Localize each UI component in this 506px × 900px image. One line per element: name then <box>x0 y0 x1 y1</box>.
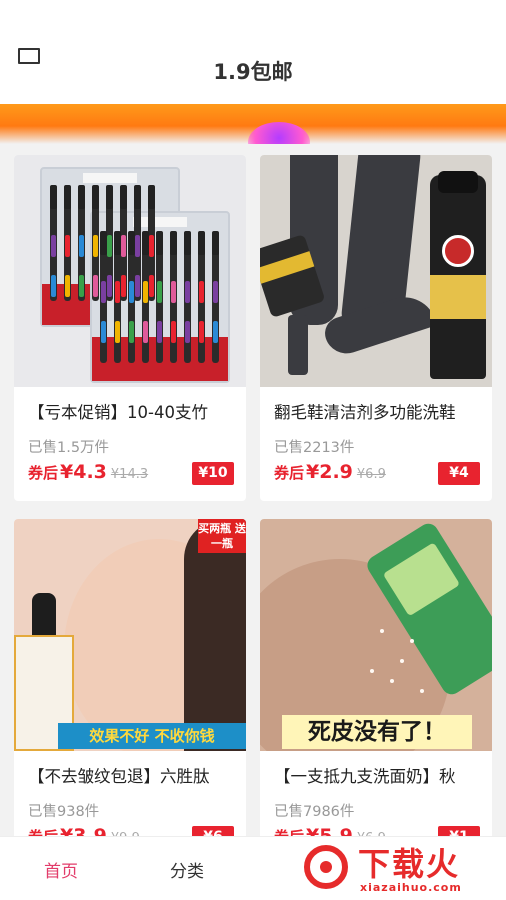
nav-home[interactable]: 首页 <box>44 857 78 882</box>
original-price: ¥6.9 <box>356 467 386 482</box>
price: ¥4.3 <box>60 461 107 483</box>
toothbrush-graphic <box>92 185 99 301</box>
bottom-nav: 首页 分类 下载火 xiazaihuo.com <box>0 836 506 900</box>
toothbrush-graphic <box>128 231 135 363</box>
toothbrush-graphic <box>100 231 107 363</box>
product-image[interactable] <box>14 155 246 387</box>
toothbrush-graphic <box>184 231 191 363</box>
watermark-logo-icon <box>304 845 348 889</box>
sold-count: 已售7986件 <box>274 804 355 820</box>
price-row: 券后 ¥2.9 ¥6.9 ¥4 <box>274 461 480 487</box>
product-image[interactable] <box>260 155 492 387</box>
product-card[interactable]: 【亏本促销】10-40支竹 已售1.5万件 券后 ¥4.3 ¥14.3 ¥10 <box>14 155 246 501</box>
toothbrush-graphic <box>114 231 121 363</box>
image-caption: 死皮没有了！ <box>282 715 472 749</box>
product-card[interactable]: 死皮没有了！ 【一支抵九支洗面奶】秋 已售7986件 券后¥5.9¥6.9 ¥1 <box>260 519 492 845</box>
product-title[interactable]: 【一支抵九支洗面奶】秋 <box>274 763 486 787</box>
toothbrush-graphic <box>120 185 127 301</box>
product-grid: 【亏本促销】10-40支竹 已售1.5万件 券后 ¥4.3 ¥14.3 ¥10 翻毛… <box>14 155 492 845</box>
toothbrush-graphic <box>170 231 177 363</box>
original-price: ¥14.3 <box>110 467 149 482</box>
coupon-badge[interactable]: ¥4 <box>438 462 480 485</box>
toothbrush-graphic <box>156 231 163 363</box>
price-label: 券后 <box>274 464 305 482</box>
sold-count: 已售938件 <box>28 804 100 820</box>
sold-count: 已售2213件 <box>274 440 355 456</box>
product-card[interactable]: 翻毛鞋清洁剂多功能洗鞋 已售2213件 券后 ¥2.9 ¥6.9 ¥4 <box>260 155 492 501</box>
coupon-badge[interactable]: ¥10 <box>192 462 234 485</box>
watermark: 下载火 xiazaihuo.com <box>300 837 500 899</box>
image-corner-tag: 买两瓶 送一瓶 <box>198 519 246 553</box>
toothbrush-graphic <box>50 185 57 301</box>
product-image[interactable]: 买两瓶 送一瓶 效果不好 不收你钱 <box>14 519 246 751</box>
toothbrush-graphic <box>142 231 149 363</box>
watermark-sub: xiazaihuo.com <box>360 881 462 894</box>
product-card[interactable]: 买两瓶 送一瓶 效果不好 不收你钱 【不去皱纹包退】六胜肽 已售938件 券后¥… <box>14 519 246 845</box>
toothbrush-graphic <box>148 185 155 301</box>
watermark-text: 下载火 <box>358 845 461 883</box>
product-title[interactable]: 【亏本促销】10-40支竹 <box>28 399 240 423</box>
sold-count: 已售1.5万件 <box>28 440 110 456</box>
toothbrush-graphic <box>78 185 85 301</box>
toothbrush-graphic <box>134 185 141 301</box>
toothbrush-graphic <box>64 185 71 301</box>
toothbrush-graphic <box>106 185 113 301</box>
product-title[interactable]: 翻毛鞋清洁剂多功能洗鞋 <box>274 399 486 423</box>
banner-decoration <box>248 122 310 144</box>
price-label: 券后 <box>28 464 59 482</box>
page-title: 1.9包邮 <box>213 60 293 84</box>
price-row: 券后 ¥4.3 ¥14.3 ¥10 <box>28 461 234 487</box>
header: 1.9包邮 <box>0 0 506 105</box>
toothbrush-graphic <box>212 231 219 363</box>
product-image[interactable]: 死皮没有了！ <box>260 519 492 751</box>
product-title[interactable]: 【不去皱纹包退】六胜肽 <box>28 763 240 787</box>
image-promo-strip: 效果不好 不收你钱 <box>58 723 246 749</box>
toothbrush-graphic <box>198 231 205 363</box>
price: ¥2.9 <box>306 461 353 483</box>
promo-banner[interactable] <box>0 104 506 144</box>
nav-category[interactable]: 分类 <box>170 857 204 882</box>
